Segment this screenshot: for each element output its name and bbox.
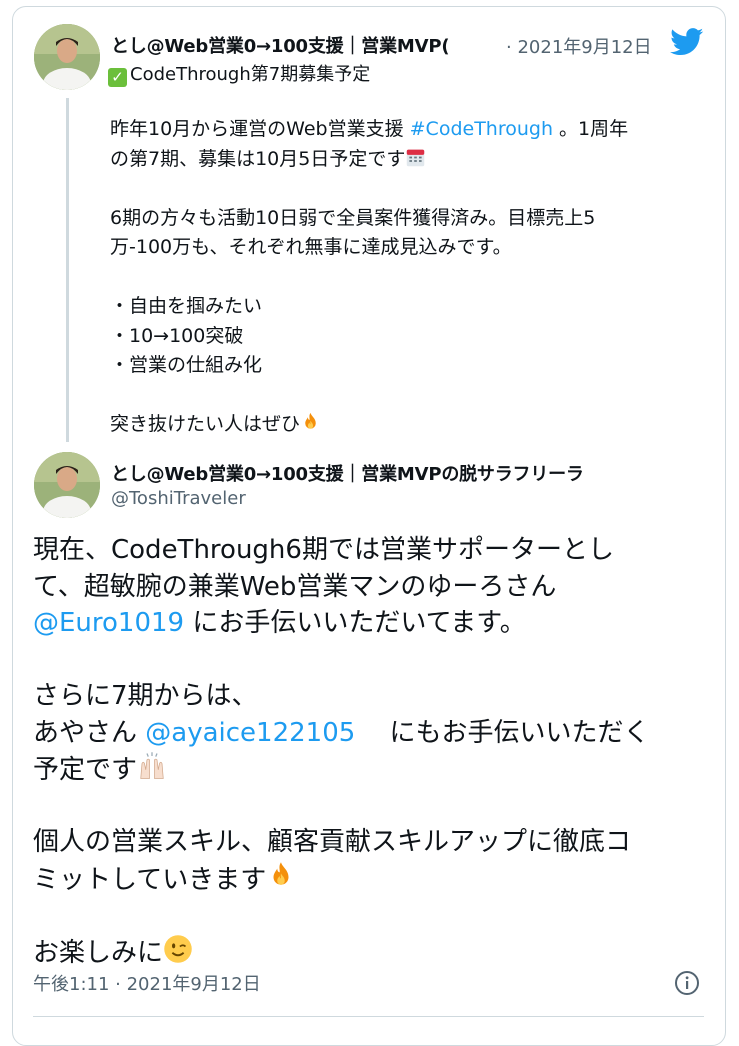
quoted-text-line: ・10→100突破 (110, 322, 628, 352)
main-text-line: あやさん @ayaice122105 にもお手伝いいただく (33, 715, 650, 752)
quoted-author-name[interactable]: とし@Web営業0→100支援｜営業MVP( (111, 32, 504, 58)
raising-hands-icon (140, 752, 164, 779)
winking-face-icon (164, 934, 192, 963)
text-segment: にお手伝いいただいてます。 (184, 608, 526, 638)
quoted-text-line: ・営業の仕組み化 (110, 351, 628, 381)
main-text-line: て、超敏腕の兼業Web営業マンのゆーろさん (33, 569, 650, 606)
text-segment: 現在、CodeThrough6期では営業サポーターとし (33, 535, 614, 565)
main-text-line (33, 788, 650, 825)
quoted-author-avatar[interactable] (34, 24, 100, 90)
text-segment: お楽しみに (33, 937, 164, 968)
text-segment: て、超敏腕の兼業Web営業マンのゆーろさん (33, 571, 557, 602)
text-segment: 昨年10月から運営のWeb営業支援 (110, 118, 410, 140)
thread-connector-line (66, 98, 69, 442)
quoted-status-line: ✓ CodeThrough第7期募集予定 (108, 60, 370, 87)
text-segment: ・10→100突破 (110, 324, 244, 347)
quoted-text-line: 突き抜けたい人はぜひ (110, 410, 628, 440)
text-segment: ・自由を掴みたい (110, 295, 263, 317)
main-tweet-body: 現在、CodeThrough6期では営業サポーターとし て、超敏腕の兼業Web営業… (33, 532, 650, 970)
main-text-line: @Euro1019 にお手伝いいただいてます。 (33, 605, 650, 642)
mention-link[interactable]: @Euro1019 (33, 608, 184, 638)
text-segment: さらに7期からは、 (33, 681, 258, 711)
main-author-handle[interactable]: @ToshiTraveler (111, 488, 246, 509)
main-author-name[interactable]: とし@Web営業0→100支援｜営業MVPの脱サラフリーラ (111, 460, 660, 486)
tweet-timestamp[interactable]: 午後1:11 · 2021年9月12日 (33, 970, 261, 996)
quoted-text-line: 昨年10月から運営のWeb営業支援 #CodeThrough 。1周年 (110, 115, 628, 145)
quoted-text-line: 万-100万も、それぞれ無事に達成見込みです。 (110, 233, 628, 263)
twitter-bird-icon[interactable] (670, 28, 704, 56)
quoted-text-line: ・自由を掴みたい (110, 292, 628, 322)
quoted-text-line (110, 174, 628, 204)
quoted-text-line: 6期の方々も活動10日弱で全員案件獲得済み。目標売上5 (110, 204, 628, 234)
text-segment: にもお手伝いいただく (355, 717, 650, 748)
quoted-text-line: の第7期、募集は10月5日予定です (110, 145, 628, 175)
text-segment: 突き抜けたい人はぜひ (110, 413, 301, 435)
main-author-avatar[interactable] (34, 452, 100, 518)
quoted-text-line (110, 263, 628, 293)
text-segment: ミットしていきます (33, 864, 267, 895)
info-icon[interactable] (674, 970, 700, 996)
main-text-line: ミットしていきます (33, 861, 650, 898)
quoted-tweet-body: 昨年10月から運営のWeb営業支援 #CodeThrough 。1周年 の第7期、… (110, 115, 628, 440)
hashtag-link[interactable]: #CodeThrough (410, 118, 553, 140)
footer-divider (33, 1016, 704, 1017)
calendar-icon (407, 149, 425, 166)
main-text-line: お楽しみに (33, 934, 650, 971)
quoted-date-text: 2021年9月12日 (517, 37, 652, 58)
date-separator: · (506, 37, 512, 58)
text-segment: 6期の方々も活動10日弱で全員案件獲得済み。目標売上5 (110, 206, 596, 229)
fire-icon (305, 412, 316, 429)
main-text-line: 予定です (33, 751, 650, 788)
text-segment: 万-100万も、それぞれ無事に達成見込みです。 (110, 236, 512, 258)
quoted-text-line (110, 381, 628, 411)
text-segment: 。1周年 (553, 118, 629, 140)
main-text-line (33, 897, 650, 934)
main-text-line: さらに7期からは、 (33, 678, 650, 715)
text-segment: の第7期、募集は10月5日予定です (110, 147, 406, 170)
text-segment: 予定です (33, 755, 138, 785)
main-text-line (33, 642, 650, 679)
mention-link[interactable]: @ayaice122105 (145, 718, 355, 748)
quoted-date[interactable]: · 2021年9月12日 (506, 33, 652, 59)
main-text-line: 現在、CodeThrough6期では営業サポーターとし (33, 532, 650, 569)
check-mark-button-icon: ✓ (108, 68, 127, 87)
text-segment: ・営業の仕組み化 (110, 354, 263, 376)
quoted-status-text: CodeThrough第7期募集予定 (130, 64, 371, 85)
text-segment: 個人の営業スキル、顧客貢献スキルアップに徹底コ (33, 827, 632, 857)
text-segment: あやさん (33, 717, 146, 748)
main-text-line: 個人の営業スキル、顧客貢献スキルアップに徹底コ (33, 824, 650, 861)
fire-icon (273, 861, 289, 885)
